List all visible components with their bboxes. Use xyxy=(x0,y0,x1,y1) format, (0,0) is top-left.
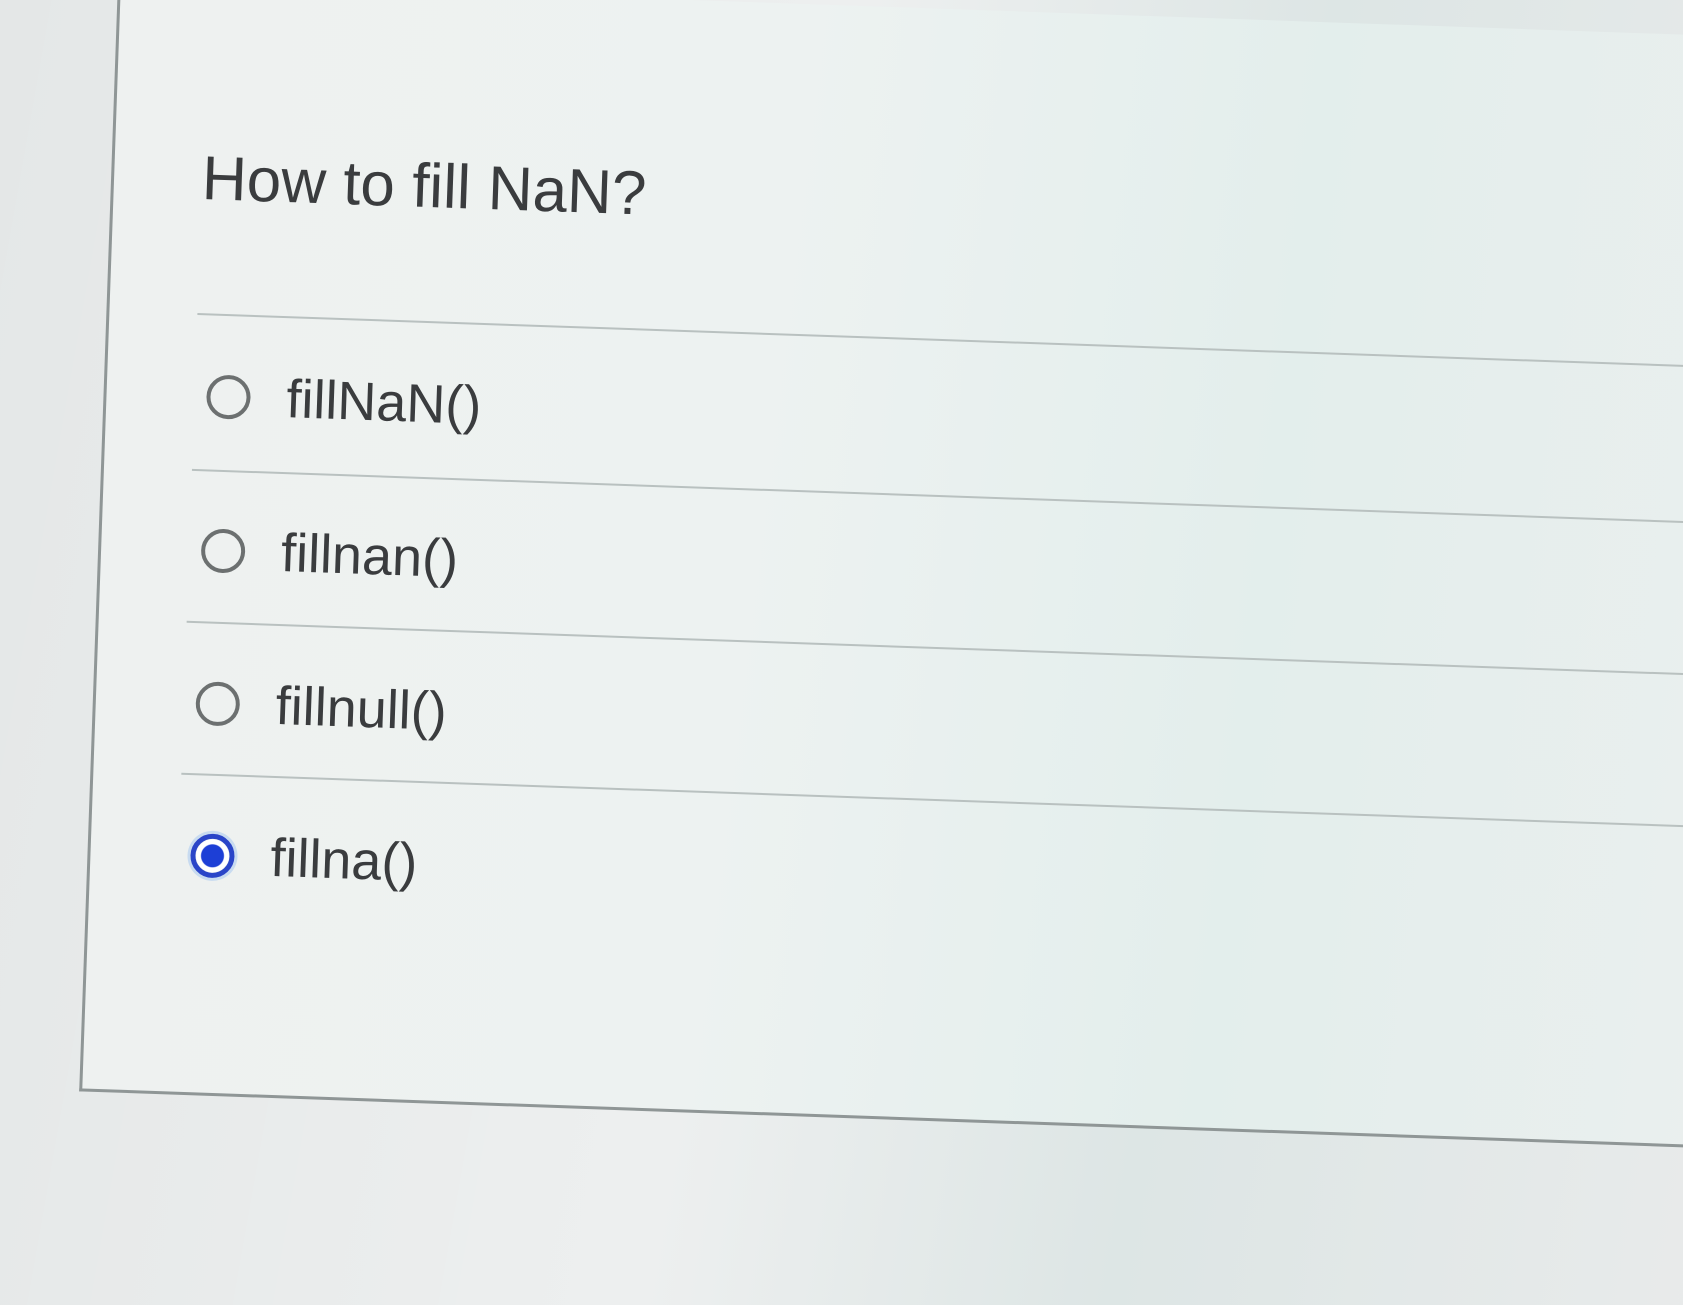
answer-option-fillnan[interactable]: fillnan() xyxy=(200,510,460,599)
answer-label: fillnan() xyxy=(280,523,460,590)
answer-label: fillna() xyxy=(269,827,419,893)
divider xyxy=(181,772,1683,830)
question-title: How to fill NaN? xyxy=(200,144,648,229)
divider xyxy=(197,312,1683,370)
radio-unchecked-icon[interactable] xyxy=(195,681,241,727)
answer-option-fillNaN[interactable]: fillNaN() xyxy=(205,356,483,446)
answer-label: fillNaN() xyxy=(285,369,483,436)
divider xyxy=(186,620,1683,678)
answer-option-fillna[interactable]: fillna() xyxy=(189,815,419,903)
screen: How to fill NaN? fillNaN() fillnan() fil… xyxy=(0,0,1683,1305)
radio-unchecked-icon[interactable] xyxy=(200,528,246,574)
radio-unchecked-icon[interactable] xyxy=(205,374,252,420)
answer-option-fillnull[interactable]: fillnull() xyxy=(194,663,448,752)
radio-checked-icon[interactable] xyxy=(189,833,236,879)
answer-label: fillnull() xyxy=(274,675,448,742)
question-card: How to fill NaN? fillNaN() fillnan() fil… xyxy=(79,0,1683,1149)
